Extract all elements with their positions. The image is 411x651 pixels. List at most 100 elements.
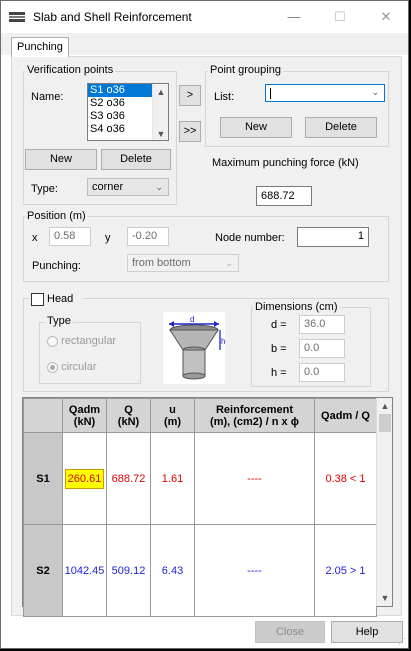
column-header[interactable]: Qadm / Q bbox=[314, 398, 377, 433]
head-checkbox-row[interactable]: Head bbox=[29, 293, 83, 307]
head-checkbox[interactable] bbox=[31, 293, 44, 306]
row-header[interactable]: S1 bbox=[23, 432, 63, 525]
scroll-up-icon[interactable]: ▲ bbox=[153, 84, 168, 100]
x-label: x bbox=[32, 232, 38, 244]
delete-group-button[interactable]: Delete bbox=[305, 117, 377, 138]
diagram-d-label: d bbox=[190, 315, 194, 324]
u-cell[interactable]: 6.43 bbox=[150, 524, 195, 617]
reinforcement-cell[interactable]: ---- bbox=[194, 524, 315, 617]
column-header[interactable]: Reinforcement (m), (cm2) / n x ϕ bbox=[194, 398, 315, 433]
head-type-legend: Type bbox=[45, 315, 73, 327]
type-label: Type: bbox=[31, 183, 58, 195]
list-item[interactable]: S2 o36 bbox=[88, 97, 152, 110]
position-group bbox=[23, 216, 389, 282]
q-cell[interactable]: 509.12 bbox=[106, 524, 151, 617]
h-field[interactable]: 0.0 bbox=[299, 363, 345, 382]
chevron-down-icon: ⌄ bbox=[155, 182, 163, 192]
close-window-button[interactable]: ✕ bbox=[363, 5, 409, 29]
chevron-down-icon: ⌄ bbox=[371, 87, 379, 97]
node-number-label: Node number: bbox=[215, 232, 285, 244]
qadm-value: 260.61 bbox=[64, 468, 105, 489]
table-header-row: Qadm (kN) Q (kN) u (m) Reinforcement (m), (c… bbox=[23, 398, 377, 433]
scroll-thumb[interactable] bbox=[379, 414, 391, 432]
rectangular-radio[interactable]: rectangular bbox=[47, 335, 116, 347]
results-table: Qadm (kN) Q (kN) u (m) Reinforcement (m), (c… bbox=[23, 398, 377, 617]
reinforcement-cell[interactable]: ---- bbox=[194, 432, 315, 525]
qadm-cell[interactable]: 260.61 bbox=[62, 432, 107, 525]
punching-label: Punching: bbox=[32, 260, 81, 272]
type-select[interactable]: corner ⌄ bbox=[87, 178, 169, 196]
y-label: y bbox=[105, 232, 111, 244]
chevron-down-icon: ⌄ bbox=[225, 258, 233, 268]
b-label: b = bbox=[271, 343, 287, 355]
verification-points-list[interactable]: S1 o36 S2 o36 S3 o36 S4 o36 ▲ ▼ bbox=[87, 83, 169, 141]
h-label: h = bbox=[271, 367, 287, 379]
grouping-list-select[interactable]: ⌄ bbox=[265, 84, 385, 102]
close-button[interactable]: Close bbox=[255, 621, 325, 643]
ratio-cell[interactable]: 0.38 < 1 bbox=[314, 432, 377, 525]
b-field[interactable]: 0.0 bbox=[299, 339, 345, 358]
delete-point-button[interactable]: Delete bbox=[101, 149, 171, 170]
help-button[interactable]: Help bbox=[331, 621, 403, 643]
verification-points-legend: Verification points bbox=[25, 64, 116, 76]
maximize-button[interactable]: ☐ bbox=[317, 5, 363, 29]
ratio-cell[interactable]: 2.05 > 1 bbox=[314, 524, 377, 617]
head-checkbox-label: Head bbox=[47, 293, 74, 305]
circular-radio[interactable]: circular bbox=[47, 361, 97, 373]
q-cell[interactable]: 688.72 bbox=[106, 432, 151, 525]
header-q-2: (kN) bbox=[117, 415, 140, 428]
scroll-up-icon[interactable]: ▲ bbox=[377, 398, 393, 414]
tab-punching[interactable]: Punching bbox=[11, 37, 69, 57]
window-title: Slab and Shell Reinforcement bbox=[33, 10, 192, 24]
list-item[interactable]: S4 o36 bbox=[88, 123, 152, 136]
row-header[interactable]: S2 bbox=[23, 524, 63, 617]
radio-selected-icon bbox=[47, 361, 58, 373]
table-row[interactable]: S2 1042.45 509.12 6.43 ---- 2.05 > 1 bbox=[23, 524, 377, 617]
punching-select[interactable]: from bottom ⌄ bbox=[127, 254, 239, 272]
max-force-field[interactable]: 688.72 bbox=[256, 186, 312, 206]
type-value: corner bbox=[92, 181, 124, 193]
scroll-down-icon[interactable]: ▼ bbox=[153, 126, 168, 140]
circular-label: circular bbox=[61, 361, 97, 373]
header-u-2: (m) bbox=[163, 415, 182, 428]
header-qadm-2: (kN) bbox=[73, 415, 96, 428]
u-cell[interactable]: 1.61 bbox=[150, 432, 195, 525]
header-reinf-2: (m), (cm2) / n x ϕ bbox=[210, 415, 299, 428]
list-item[interactable]: S1 o36 bbox=[88, 84, 152, 97]
header-reinf-1: Reinforcement bbox=[215, 403, 294, 416]
transfer-one-button[interactable]: > bbox=[179, 85, 201, 106]
transfer-all-button[interactable]: >> bbox=[179, 121, 201, 142]
d-field[interactable]: 36.0 bbox=[299, 315, 345, 334]
qadm-cell[interactable]: 1042.45 bbox=[62, 524, 107, 617]
point-grouping-legend: Point grouping bbox=[208, 64, 283, 76]
new-group-button[interactable]: New bbox=[220, 117, 292, 138]
y-field[interactable]: -0.20 bbox=[127, 227, 169, 246]
table-row[interactable]: S1 260.61 688.72 1.61 ---- 0.38 < 1 bbox=[23, 432, 377, 525]
column-head-diagram-icon: d h bbox=[163, 312, 225, 384]
scroll-down-icon[interactable]: ▼ bbox=[377, 590, 393, 606]
list-scrollbar[interactable]: ▲ ▼ bbox=[152, 84, 168, 140]
new-point-button[interactable]: New bbox=[25, 149, 97, 170]
rectangular-label: rectangular bbox=[61, 335, 117, 347]
radio-icon bbox=[47, 335, 58, 347]
node-number-field[interactable]: 1 bbox=[297, 227, 369, 247]
column-header[interactable]: Q (kN) bbox=[106, 398, 151, 433]
punching-value: from bottom bbox=[132, 257, 191, 269]
table-scrollbar[interactable]: ▲ ▼ bbox=[376, 398, 392, 606]
minimize-button[interactable]: — bbox=[271, 5, 317, 29]
max-force-label: Maximum punching force (kN) bbox=[212, 157, 359, 169]
header-q-1: Q bbox=[124, 403, 133, 416]
text-caret bbox=[270, 87, 271, 99]
header-qadm-1: Qadm bbox=[68, 403, 101, 416]
list-label: List: bbox=[214, 91, 235, 103]
app-icon bbox=[9, 12, 25, 22]
x-field[interactable]: 0.58 bbox=[49, 227, 91, 246]
head-type-group bbox=[39, 322, 141, 384]
column-header[interactable]: Qadm (kN) bbox=[62, 398, 107, 433]
resize-grip-icon[interactable]: ⋰ bbox=[398, 638, 406, 646]
column-header bbox=[23, 398, 63, 433]
list-item[interactable]: S3 o36 bbox=[88, 110, 152, 123]
dialog-window: Slab and Shell Reinforcement — ☐ ✕ Punch… bbox=[0, 0, 409, 649]
header-u-1: u bbox=[169, 403, 176, 416]
column-header[interactable]: u (m) bbox=[150, 398, 195, 433]
